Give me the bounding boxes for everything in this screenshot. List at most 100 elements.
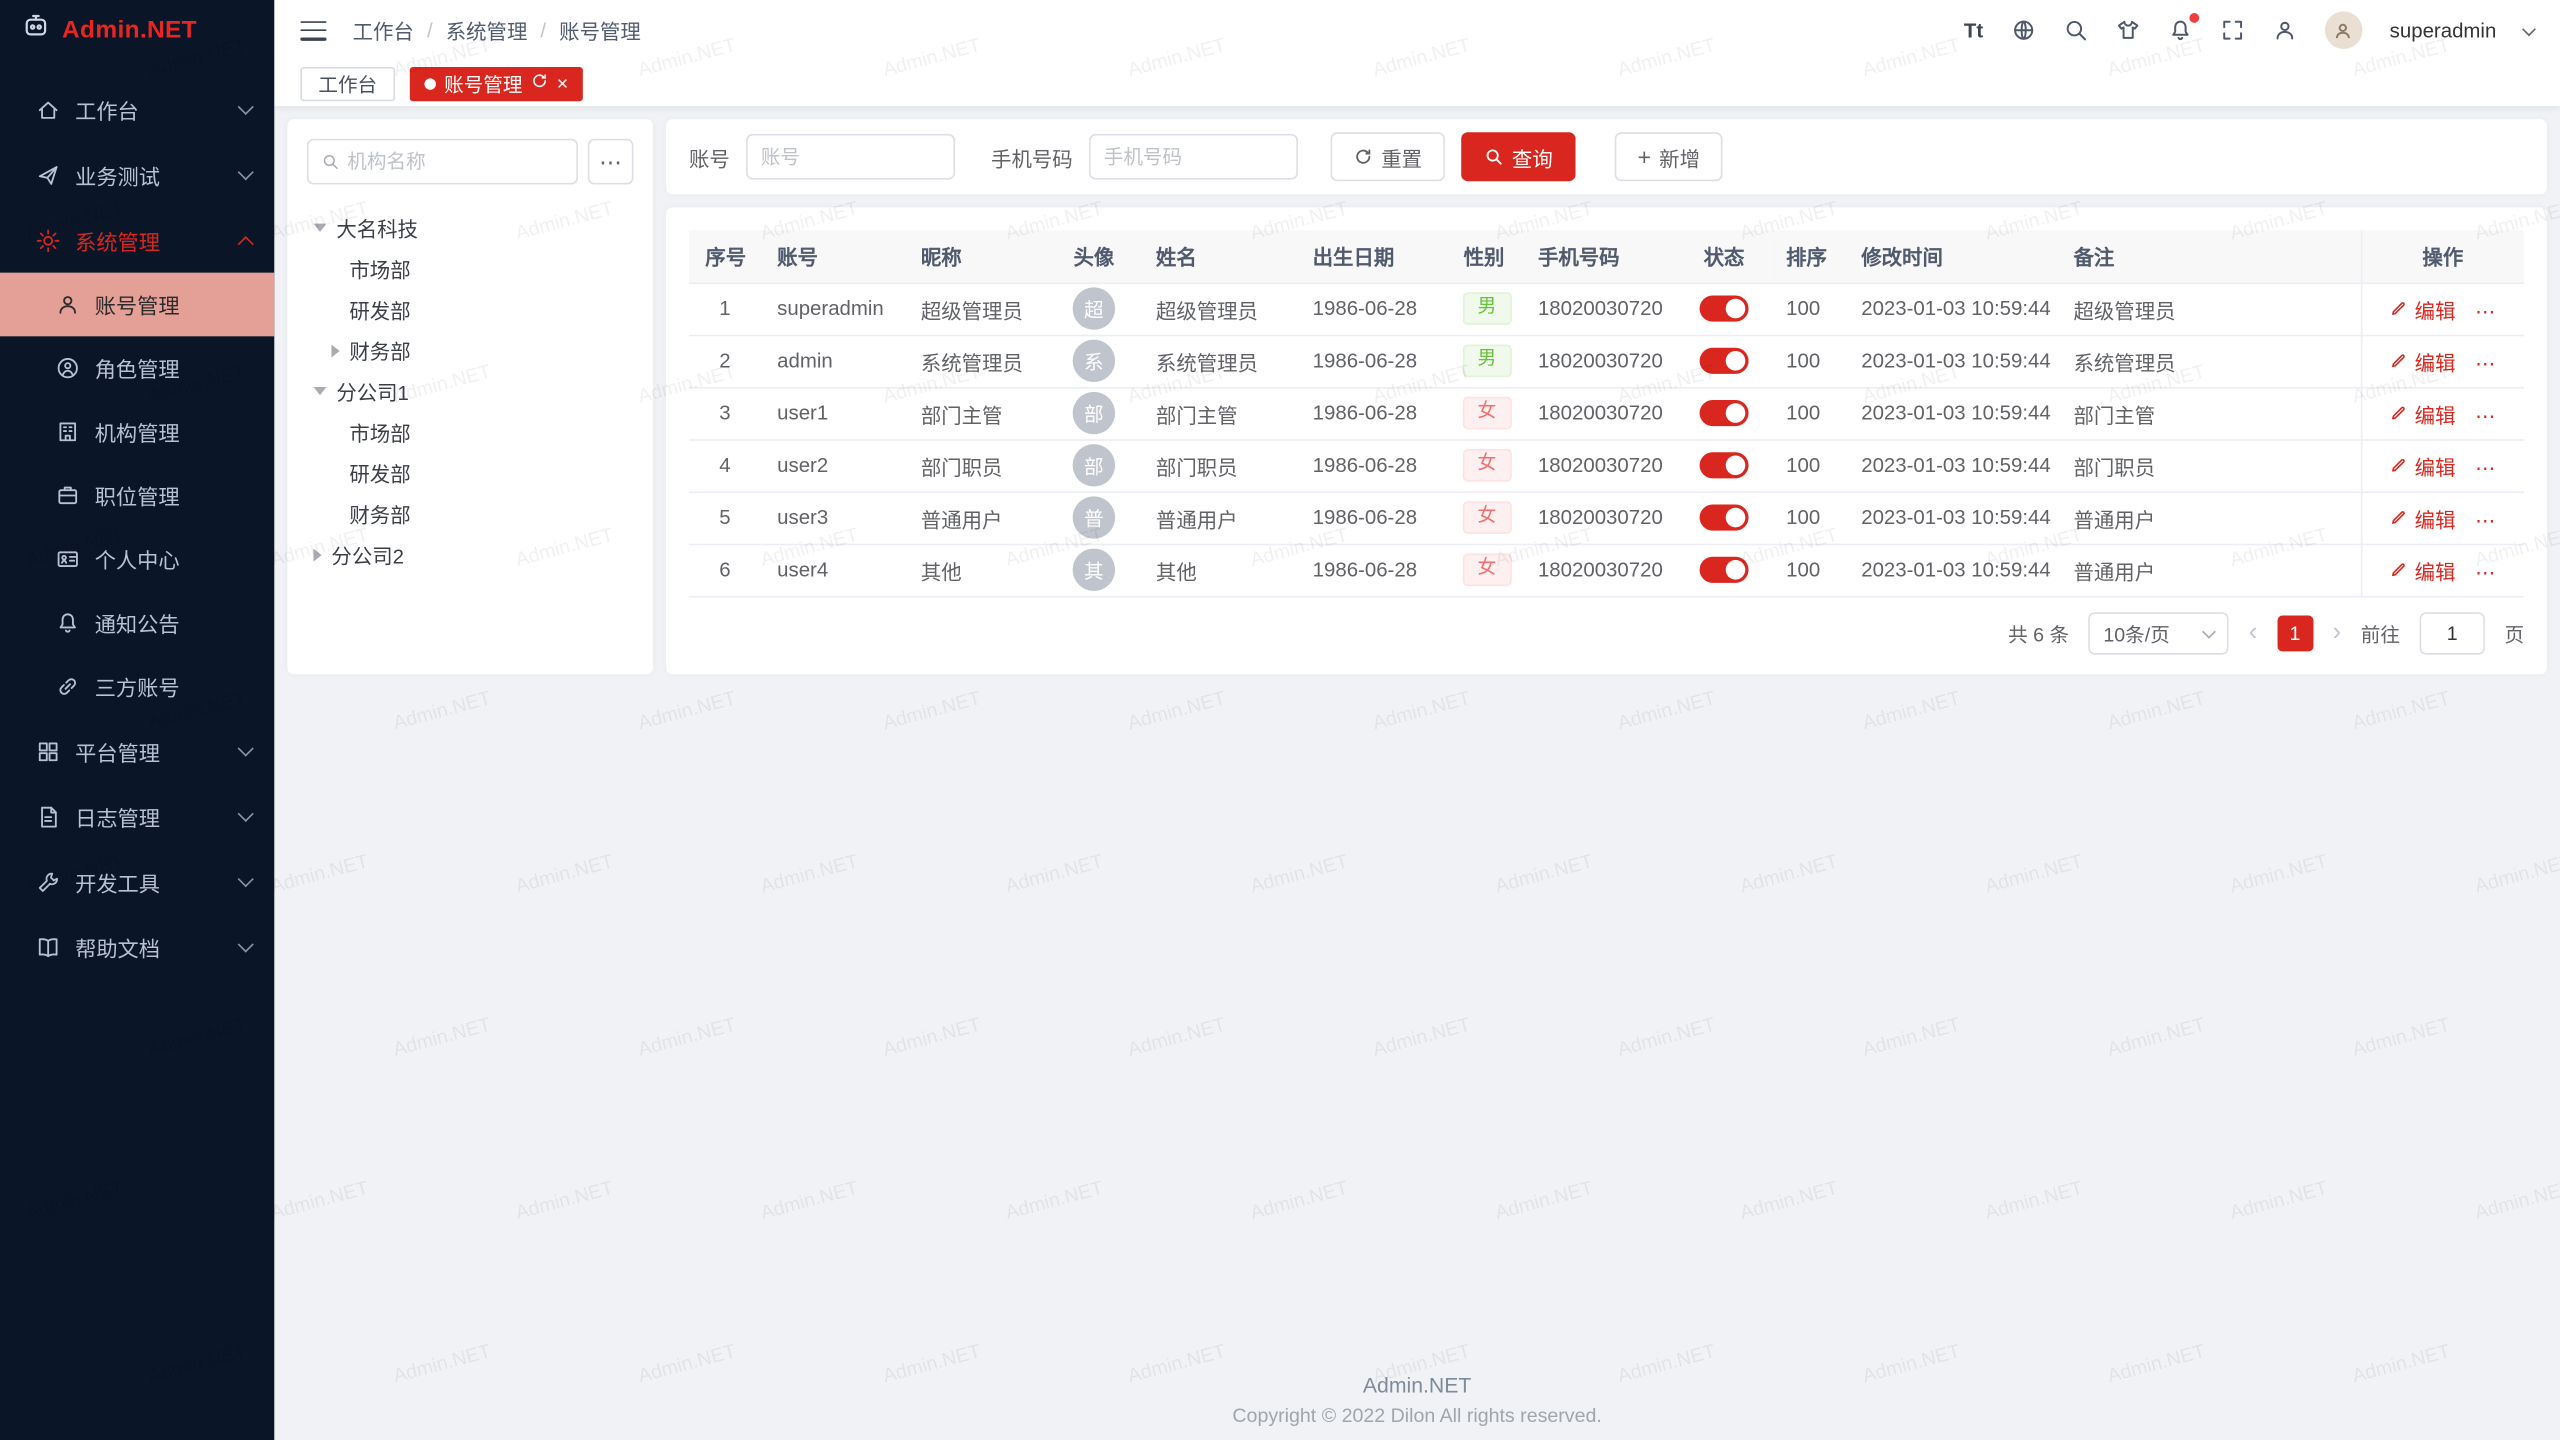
avatar[interactable] <box>2324 11 2362 49</box>
active-tab-dot-icon <box>425 78 436 89</box>
edit-button[interactable]: 编辑 <box>2389 450 2456 481</box>
edit-icon <box>2389 299 2409 319</box>
notification-badge <box>2189 13 2199 23</box>
more-actions-button[interactable]: ⋯ <box>2475 457 2497 480</box>
tree-node-child[interactable]: 市场部 <box>307 411 634 452</box>
account-table: 序号 账号 昵称 头像 姓名 出生日期 性别 手机号码 状态 排序 修改时间 备… <box>689 230 2524 597</box>
sidebar-item-log-management[interactable]: 日志管理 <box>0 784 274 849</box>
tree-more-button[interactable]: ⋯ <box>588 139 634 185</box>
next-page-button[interactable]: › <box>2332 620 2341 646</box>
goto-label: 前往 <box>2361 620 2400 648</box>
sidebar-item-dev-tools[interactable]: 开发工具 <box>0 849 274 914</box>
gender-badge: 女 <box>1463 397 1511 429</box>
tree-node-root[interactable]: 分公司1 <box>307 371 634 412</box>
org-search-input[interactable] <box>347 150 563 173</box>
account-table-panel: 序号 账号 昵称 头像 姓名 出生日期 性别 手机号码 状态 排序 修改时间 备… <box>666 207 2547 674</box>
close-icon[interactable]: × <box>557 73 568 93</box>
brand-name: Admin.NET <box>62 16 197 44</box>
reset-button[interactable]: 重置 <box>1331 132 1445 181</box>
goto-page-input[interactable] <box>2420 612 2485 654</box>
edit-button[interactable]: 编辑 <box>2389 293 2456 324</box>
sidebar-item-system-management[interactable]: 系统管理 <box>0 207 274 272</box>
footer-copyright: Copyright © 2022 Dilon All rights reserv… <box>274 1404 2560 1427</box>
page-size-select[interactable]: 10条/页 <box>2089 612 2229 654</box>
fullscreen-icon[interactable] <box>2220 18 2244 42</box>
caret-down-icon[interactable] <box>313 224 326 232</box>
more-actions-button[interactable]: ⋯ <box>2475 353 2497 376</box>
tree-node-child[interactable]: 市场部 <box>307 248 634 289</box>
briefcase-icon <box>56 483 80 507</box>
search-button[interactable]: 查询 <box>1461 132 1575 181</box>
edit-button[interactable]: 编辑 <box>2389 554 2456 585</box>
prev-page-button[interactable]: ‹ <box>2249 620 2258 646</box>
account-input[interactable] <box>746 134 955 180</box>
caret-right-icon[interactable] <box>331 344 339 357</box>
org-search-box <box>307 139 578 185</box>
notification-icon[interactable] <box>2168 18 2192 42</box>
edit-icon <box>2389 560 2409 580</box>
logo-icon <box>21 11 50 49</box>
avatar: 超 <box>1073 287 1115 329</box>
table-row: 2 admin 系统管理员 系 系统管理员 1986-06-28 男 18020… <box>689 335 2524 387</box>
sidebar-item-workbench[interactable]: 工作台 <box>0 77 274 142</box>
profile-icon[interactable] <box>2272 18 2296 42</box>
sidebar-item-org-management[interactable]: 机构管理 <box>0 400 274 464</box>
font-size-icon[interactable]: Tt <box>1964 19 1983 42</box>
tab-account-management[interactable]: 账号管理 × <box>410 66 583 100</box>
status-toggle[interactable] <box>1700 296 1749 322</box>
status-toggle[interactable] <box>1700 452 1749 478</box>
sidebar-item-business-test[interactable]: 业务测试 <box>0 142 274 207</box>
breadcrumb-item[interactable]: 工作台 <box>353 15 414 46</box>
search-icon <box>1484 147 1504 167</box>
page-unit-label: 页 <box>2504 620 2524 648</box>
tree-node-child[interactable]: 研发部 <box>307 289 634 330</box>
search-icon[interactable] <box>2063 18 2087 42</box>
status-toggle[interactable] <box>1700 557 1749 583</box>
language-icon[interactable] <box>2011 18 2035 42</box>
more-actions-button[interactable]: ⋯ <box>2475 509 2497 532</box>
username[interactable]: superadmin <box>2390 19 2497 42</box>
more-actions-button[interactable]: ⋯ <box>2475 300 2497 323</box>
sidebar-item-help-docs[interactable]: 帮助文档 <box>0 914 274 979</box>
tree-node-child[interactable]: 财务部 <box>307 493 634 534</box>
more-actions-button[interactable]: ⋯ <box>2475 562 2497 585</box>
edit-button[interactable]: 编辑 <box>2389 345 2456 376</box>
chevron-down-icon <box>2203 625 2217 639</box>
current-page-button[interactable]: 1 <box>2277 616 2313 652</box>
tree-node-child[interactable]: 财务部 <box>307 330 634 371</box>
org-tree-panel: ⋯ 大名科技 市场部 研发部 财务部 分公司1 市场部 研发部 <box>287 119 653 674</box>
tree-node-root[interactable]: 大名科技 <box>307 207 634 248</box>
sidebar-item-position-management[interactable]: 职位管理 <box>0 464 274 528</box>
document-icon <box>36 804 60 828</box>
status-toggle[interactable] <box>1700 504 1749 530</box>
tree-node-child[interactable]: 研发部 <box>307 452 634 493</box>
add-button[interactable]: + 新增 <box>1615 132 1723 181</box>
caret-down-icon[interactable] <box>313 387 326 395</box>
status-toggle[interactable] <box>1700 400 1749 426</box>
edit-button[interactable]: 编辑 <box>2389 502 2456 533</box>
sidebar-item-notice[interactable]: 通知公告 <box>0 591 274 655</box>
sidebar-item-role-management[interactable]: 角色管理 <box>0 336 274 400</box>
breadcrumb-item[interactable]: 账号管理 <box>559 15 641 46</box>
breadcrumb-item[interactable]: 系统管理 <box>446 15 528 46</box>
caret-right-icon[interactable] <box>313 548 321 561</box>
avatar: 普 <box>1073 496 1115 538</box>
link-icon <box>56 674 80 698</box>
sidebar-item-account-management[interactable]: 账号管理 <box>0 273 274 337</box>
chevron-down-icon <box>238 871 254 887</box>
hamburger-menu-icon[interactable] <box>300 20 326 40</box>
sidebar-item-platform-management[interactable]: 平台管理 <box>0 718 274 783</box>
tab-workbench[interactable]: 工作台 <box>300 66 395 100</box>
refresh-icon[interactable] <box>531 72 549 95</box>
theme-icon[interactable] <box>2115 18 2139 42</box>
status-toggle[interactable] <box>1700 348 1749 374</box>
more-actions-button[interactable]: ⋯ <box>2475 405 2497 428</box>
edit-button[interactable]: 编辑 <box>2389 398 2456 429</box>
phone-input[interactable] <box>1089 134 1298 180</box>
chevron-down-icon <box>238 806 254 822</box>
sidebar-item-third-party-account[interactable]: 三方账号 <box>0 655 274 719</box>
chevron-down-icon[interactable] <box>2522 22 2536 36</box>
tree-node-root[interactable]: 分公司2 <box>307 534 634 575</box>
sidebar-item-personal-center[interactable]: 个人中心 <box>0 527 274 591</box>
sidebar-menu: 工作台 业务测试 系统管理 账号管理 角色管理 <box>0 60 274 979</box>
